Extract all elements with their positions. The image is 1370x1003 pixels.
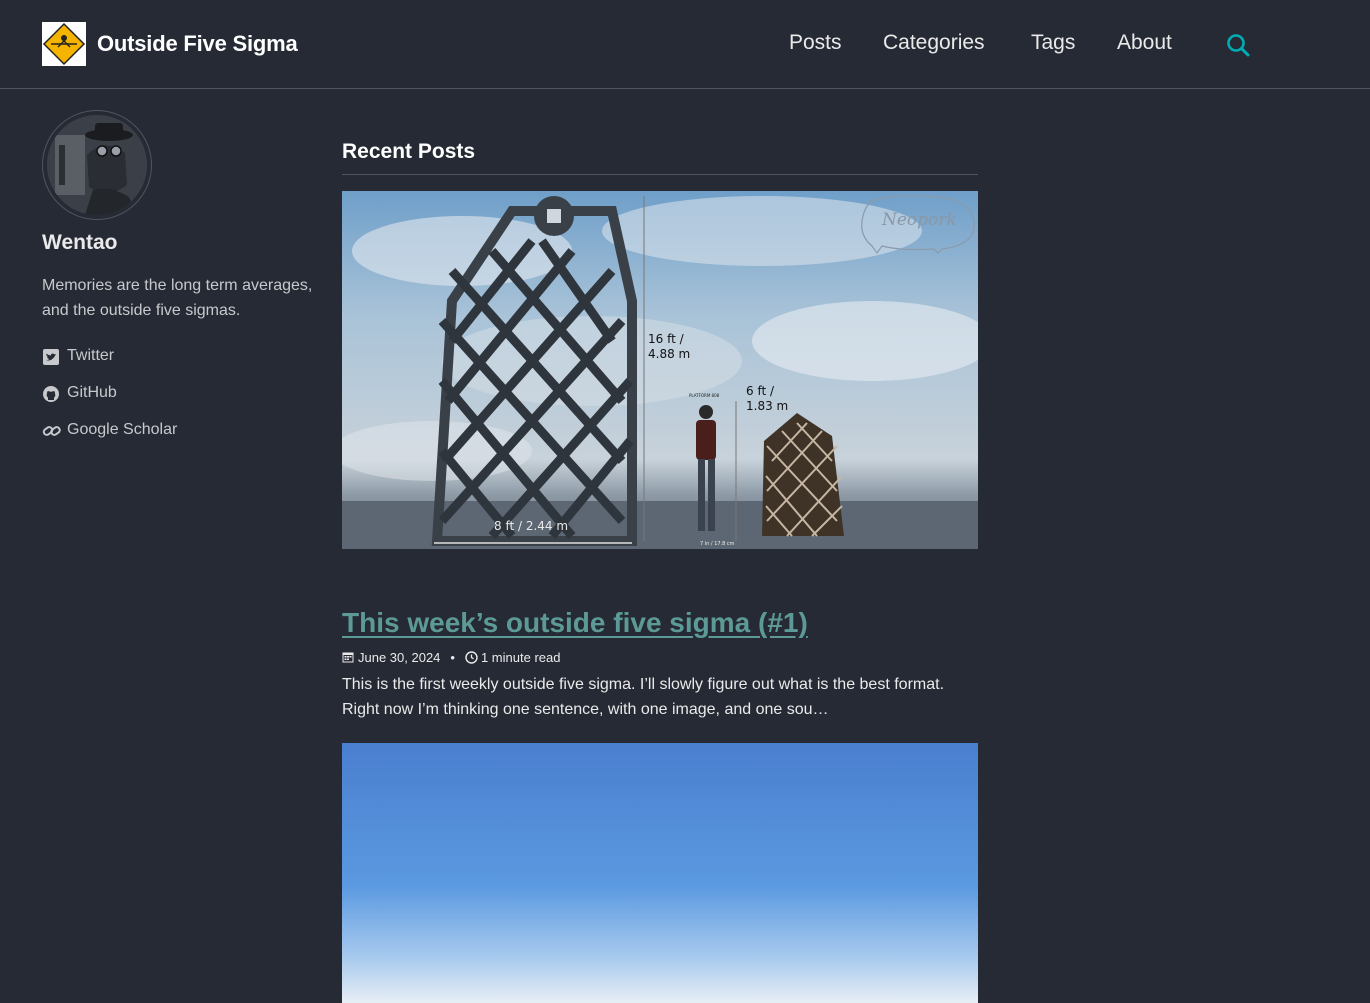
- clock-icon: [465, 651, 478, 664]
- post-teaser-image-2[interactable]: [342, 743, 978, 1003]
- github-icon: [42, 385, 62, 405]
- section-title: Recent Posts: [342, 140, 978, 175]
- author-link-github[interactable]: GitHub: [42, 384, 177, 421]
- main-content: Recent Posts 16 ft / 4.88 m 6 ft / 1.83 …: [342, 140, 978, 1003]
- calendar-icon: [342, 651, 355, 664]
- label-height-short-m: 1.83 m: [746, 399, 788, 413]
- author-link-twitter[interactable]: Twitter: [42, 347, 177, 384]
- label-height-short: 6 ft /: [746, 384, 775, 398]
- author-links: Twitter GitHub Google Scholar: [42, 347, 177, 458]
- label-platform: PLATFORM 808: [689, 393, 720, 398]
- author-link-label: Twitter: [67, 347, 115, 364]
- author-sidebar: Wentao Memories are the long term averag…: [42, 110, 332, 438]
- label-height-tall: 16 ft /: [648, 332, 685, 346]
- label-width: 8 ft / 2.44 m: [494, 519, 568, 533]
- watermark-text: Neopork: [881, 210, 957, 230]
- avatar-image: [47, 115, 147, 215]
- nav-tags[interactable]: Tags: [1031, 31, 1075, 55]
- nav-about[interactable]: About: [1117, 31, 1172, 55]
- post-read-time: 1 minute read: [480, 650, 561, 665]
- avatar: [42, 110, 152, 220]
- post-title-link[interactable]: This week’s outside five sigma (#1): [342, 607, 808, 639]
- post-date: June 30, 2024: [358, 650, 441, 665]
- nav-posts[interactable]: Posts: [789, 31, 842, 55]
- post-meta: June 30, 2024 • 1 minute read: [342, 650, 560, 665]
- post-excerpt: This is the first weekly outside five si…: [342, 676, 945, 718]
- link-icon: [42, 422, 62, 442]
- author-link-label: Google Scholar: [67, 421, 178, 438]
- meta-separator: •: [450, 650, 455, 665]
- masthead: Outside Five Sigma Posts Categories Tags…: [0, 0, 1370, 89]
- twitter-square-icon: [42, 348, 62, 368]
- post-teaser-image[interactable]: 16 ft / 4.88 m 6 ft / 1.83 m 8 ft / 2.44…: [342, 191, 978, 549]
- search-icon[interactable]: [1226, 33, 1250, 57]
- author-link-label: GitHub: [67, 384, 117, 401]
- label-height-tall-m: 4.88 m: [648, 347, 690, 361]
- author-link-google-scholar[interactable]: Google Scholar: [42, 421, 177, 458]
- primary-nav: Posts Categories Tags About: [0, 31, 1370, 61]
- author-name: Wentao: [42, 231, 118, 254]
- label-small: 7 in / 17.8 cm: [700, 541, 735, 547]
- author-bio: Memories are the long term averages, and…: [42, 277, 313, 319]
- nav-categories[interactable]: Categories: [883, 31, 985, 55]
